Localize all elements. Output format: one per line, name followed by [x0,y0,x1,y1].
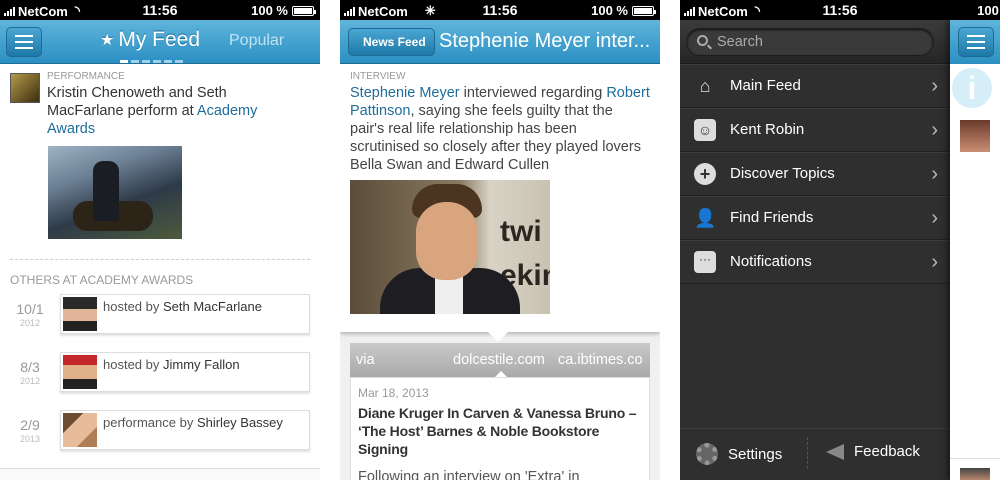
menu-item-main-feed[interactable]: ⌂ Main Feed › [680,64,950,108]
divider [950,458,1000,459]
row-name: Jimmy Fallon [163,357,240,372]
list-item[interactable]: 10/1 2012 hosted by Seth MacFarlane [0,294,320,338]
menu-item-profile[interactable]: ☺ Kent Robin › [680,108,950,152]
person-link-kristin[interactable]: Kristin Chenoweth [47,85,165,101]
menu-item-discover-topics[interactable]: + Discover Topics › [680,152,950,196]
page-indicator [120,60,183,63]
feedback-label: Feedback [854,443,920,460]
settings-button[interactable]: Settings [696,443,782,465]
plus-icon: + [694,163,716,185]
menu-item-label: Kent Robin [730,121,805,138]
battery-percent: 100 % [251,3,288,18]
row-date: 8/3 2012 [19,359,41,386]
row-card[interactable]: hosted by Jimmy Fallon [60,352,310,392]
page-title: Stephenie Meyer inter... [439,30,651,52]
chat-bubble-icon: ··· [694,251,716,273]
article-text-1: interviewed regarding [459,85,607,101]
menu-item-label: Discover Topics [730,165,835,182]
source-tab-ibtimes[interactable]: ca.ibtimes.co [558,343,643,377]
side-menu-screen: NetCom◝ 11:56 100 % Search ⌂ Main Feed › ☺… [680,0,1000,480]
add-friend-icon: 👤 [694,208,717,228]
chevron-right-icon: › [931,75,938,97]
back-button[interactable]: News Feed [348,28,435,56]
article-photo[interactable]: twi ekin [350,180,550,314]
avatar [63,413,97,447]
article-card: INTERVIEW Stephenie Meyer interviewed re… [340,64,660,332]
avatar [63,355,97,389]
footer-divider [807,437,808,469]
row-name: Seth MacFarlane [163,299,262,314]
clock: 11:56 [822,2,858,18]
battery-icon [632,5,656,16]
search-icon [697,35,708,46]
avatar [960,468,990,480]
story-text-and: and [164,85,197,101]
chevron-right-icon: › [931,163,938,185]
source-title[interactable]: Diane Kruger In Carven & Vanessa Bruno –… [358,404,642,458]
article-screen: NetCom ✳ 11:56 100 % News Feed Stephenie … [340,0,660,480]
chevron-right-icon: › [931,119,938,141]
profile-icon: ☺ [694,119,716,141]
row-card[interactable]: performance by Shirley Bassey [60,410,310,450]
menu-item-notifications[interactable]: ··· Notifications › [680,240,950,284]
home-icon: ⌂ [699,76,711,96]
source-date: Mar 18, 2013 [358,386,429,400]
menu-item-label: Notifications [730,253,812,270]
story-text-perform: perform at [123,103,197,119]
story-headline: Kristin Chenoweth and Seth MacFarlane pe… [47,84,287,138]
others-header: OTHERS AT ACADEMY AWARDS [10,273,194,287]
gear-icon [696,443,718,465]
my-feed-screen: NetCom ◝ 11:56 100 % ★ My Feed Popular PER… [0,0,320,480]
nav-bar: News Feed Stephenie Meyer inter... [340,20,660,64]
feed-peek-panel[interactable]: i [950,20,1000,480]
info-icon: i [952,68,992,108]
row-date: 2/9 2013 [19,417,41,444]
via-label: via [356,352,375,368]
article-body: Stephenie Meyer interviewed regarding Ro… [350,84,650,174]
status-bar: NetCom◝ 11:56 100 % [680,0,1000,20]
tab-my-feed-label: My Feed [118,28,201,51]
megaphone-icon [826,443,844,460]
bottom-bar [0,468,320,480]
status-bar: NetCom ✳ 11:56 100 % [340,0,660,20]
battery-icon [292,5,316,16]
search-placeholder: Search [717,34,763,50]
tab-my-feed[interactable]: ★ My Feed [100,28,200,52]
story-category: PERFORMANCE [47,71,125,82]
person-link-stephenie[interactable]: Stephenie Meyer [350,85,460,101]
settings-label: Settings [728,445,783,463]
source-selector[interactable]: via dolcestile.com ca.ibtimes.co [350,343,650,377]
row-date: 10/1 2012 [16,301,44,328]
menu-button[interactable] [958,27,994,57]
battery-percent: 100 % [591,3,628,18]
list-item[interactable]: 2/9 2013 performance by Shirley Bassey [0,410,320,454]
star-person-icon: ★ [100,32,115,49]
chevron-right-icon: › [931,251,938,273]
nav-bar: ★ My Feed Popular [0,20,320,64]
menu-item-label: Main Feed [730,77,801,94]
chevron-right-icon: › [931,207,938,229]
menu-item-label: Find Friends [730,209,814,226]
feedback-button[interactable]: Feedback [826,443,920,460]
list-item[interactable]: 8/3 2012 hosted by Jimmy Fallon [0,352,320,396]
battery-percent: 100 % [977,3,1000,18]
row-name: Shirley Bassey [196,415,283,430]
menu-item-find-friends[interactable]: 👤 Find Friends › [680,196,950,240]
avatar [960,120,990,152]
divider [10,259,310,260]
avatar [63,297,97,331]
menu-button[interactable] [6,27,42,57]
pointer-arrow [488,332,508,342]
row-card[interactable]: hosted by Seth MacFarlane [60,294,310,334]
tab-popular[interactable]: Popular [229,32,284,50]
menu-footer: Settings Feedback [680,428,950,480]
story-image[interactable] [48,146,182,239]
article-category: INTERVIEW [350,71,406,82]
status-bar: NetCom◝ 11:56 100 % [0,0,320,20]
search-input[interactable]: Search [686,28,934,56]
oscar-thumbnail [10,73,40,103]
source-excerpt: Following an interview on 'Extra' in [358,469,580,480]
source-article[interactable]: Mar 18, 2013 Diane Kruger In Carven & Va… [350,377,650,480]
